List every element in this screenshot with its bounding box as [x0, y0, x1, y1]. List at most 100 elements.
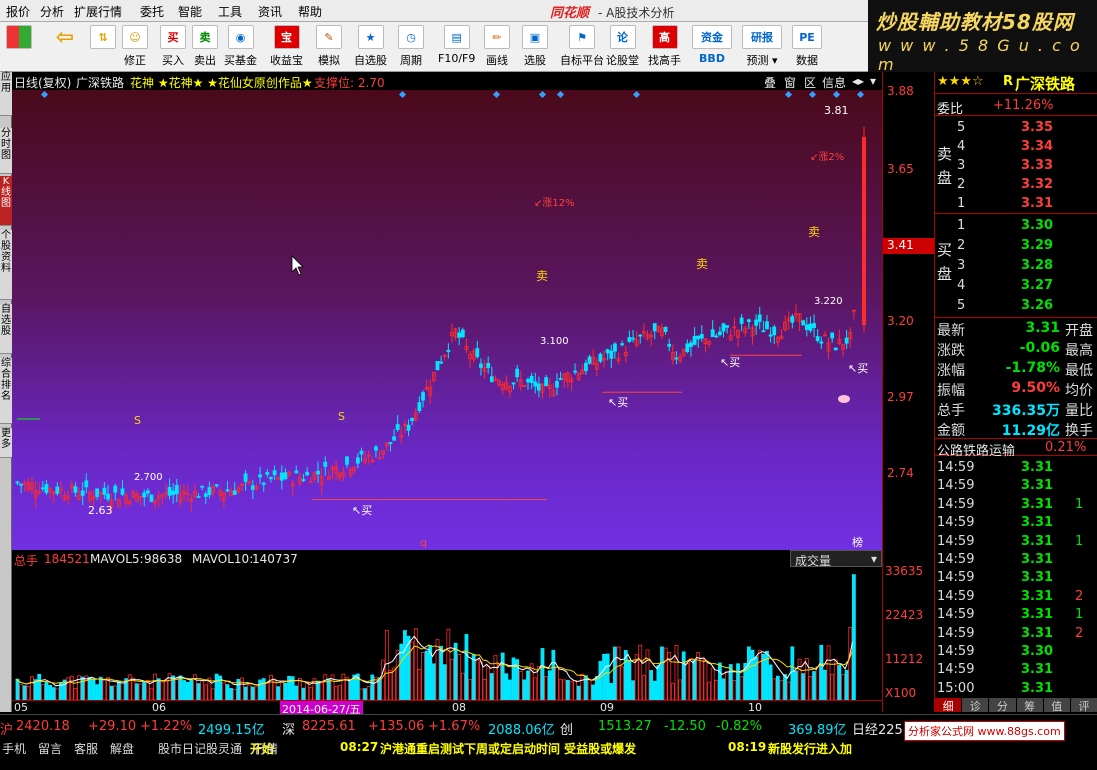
funds-dropdown[interactable]: 资金 BBD — [692, 25, 732, 69]
sell-level-row[interactable]: 3 3.33 — [935, 158, 1097, 176]
tab-more[interactable]: 更多 — [0, 428, 12, 458]
cy-index[interactable]: 1513.27 — [598, 719, 652, 734]
status-link[interactable]: 股市日记 — [158, 740, 206, 757]
buy-level-row[interactable]: 2 3.29 — [935, 238, 1097, 256]
volume-bar — [580, 673, 585, 701]
sell-level-row[interactable]: 4 3.34 — [935, 139, 1097, 157]
sell-level-row[interactable]: 1 3.31 — [935, 196, 1097, 214]
quote-tab[interactable]: 细 — [935, 698, 963, 713]
mid-label: 2.700 — [134, 472, 163, 483]
menu-item-analysis[interactable]: 分析 — [40, 3, 64, 20]
simulate-button[interactable]: ✎ 模拟 — [316, 25, 342, 69]
period-button[interactable]: ◷ 周期 — [398, 25, 424, 69]
quote-tab[interactable]: 诊 — [962, 698, 990, 713]
sz-index[interactable]: 8225.61 — [302, 719, 356, 734]
buy-button[interactable]: 买买入 — [160, 25, 186, 69]
site-banner[interactable]: 分析家公式网 www.88gs.com — [904, 721, 1065, 741]
watchlist-button[interactable]: ★ 自选股 — [354, 25, 387, 69]
volume-bar — [808, 676, 813, 701]
news1-headline[interactable]: 沪港通重启测试下周或定启动时间 受益股或爆发 — [380, 740, 636, 757]
status-link[interactable]: 手机 — [2, 740, 26, 757]
menu-item-quote[interactable]: 报价 — [6, 3, 30, 20]
status-link[interactable]: 股灵通 — [206, 740, 242, 757]
sell-level-row[interactable]: 5 3.35 — [935, 120, 1097, 138]
support-level: 支撑位: 2.70 — [314, 76, 385, 90]
volume-bar — [142, 681, 147, 701]
sell-level-row[interactable]: 2 3.32 — [935, 177, 1097, 195]
q-marker: q — [420, 536, 427, 549]
range-button[interactable]: 区 — [804, 74, 816, 91]
correct-button[interactable]: ☺ 修正 — [122, 25, 148, 69]
sh-index[interactable]: 2420.18 — [16, 719, 70, 734]
status-link[interactable]: 留言 — [38, 740, 62, 757]
tab-profile[interactable]: 个股资料 — [0, 230, 12, 300]
stock-picker-button[interactable]: ▣ 选股 — [522, 25, 548, 69]
tab-apps[interactable]: 应用 — [0, 72, 12, 116]
layout-button[interactable] — [6, 25, 32, 69]
volume-bar — [80, 676, 85, 701]
status-link[interactable]: 客服 — [74, 740, 98, 757]
window-button[interactable]: 窗 — [784, 74, 796, 91]
indicator-dropdown[interactable]: 成交量 ▾ — [790, 550, 882, 568]
data-label[interactable]: 数据 — [796, 52, 818, 68]
expand-button[interactable]: ◂▸ — [852, 74, 864, 88]
menu-item-news[interactable]: 资讯 — [258, 3, 282, 20]
target-platform-button[interactable]: ⚑ 自标平台 — [560, 25, 604, 69]
menu-item-extended[interactable]: 扩展行情 — [74, 3, 122, 20]
buy-fund-button[interactable]: ◉ 买基金 — [224, 25, 257, 69]
buy-level-row[interactable]: 4 3.27 — [935, 278, 1097, 296]
candle — [308, 481, 313, 484]
shouyibao-button[interactable]: 宝收益宝 — [270, 25, 303, 69]
volume-bar — [40, 684, 45, 701]
tick-list[interactable]: 14:59 3.31 14:59 3.31 14:59 3.31 1 14:59 3.31 14:… — [935, 458, 1097, 698]
tick-row: 15:00 3.31 — [935, 681, 1097, 699]
back-button[interactable]: ⇦ — [52, 25, 78, 69]
menu-item-help[interactable]: 帮助 — [298, 3, 322, 20]
kline-chart[interactable]: 3.81 2.63 2.700 3.100 3.220 卖卖卖 ↖买 ↖买 ↖买 ↖买 ↙涨12% ↙… — [12, 90, 882, 550]
page-up-down-button[interactable]: ⇅ — [90, 25, 116, 69]
research-dropdown[interactable]: 研报 预测 ▾ — [742, 25, 782, 69]
chart-period[interactable]: 日线(复权) — [14, 74, 71, 91]
status-link[interactable]: 行情 — [254, 740, 278, 757]
grid-icon — [6, 25, 32, 49]
draw-line-button[interactable]: ✏ 画线 — [484, 25, 510, 69]
nikkei-label[interactable]: 日经225 — [852, 719, 903, 738]
pe-dropdown[interactable]: PE 数据 — [792, 25, 822, 69]
news2-headline[interactable]: 新股发行进入加 — [768, 740, 852, 757]
forum-button[interactable]: 论论股堂 — [606, 25, 639, 69]
tab-watchlist[interactable]: 自选股 — [0, 304, 12, 354]
buy-level-row[interactable]: 3 3.28 — [935, 258, 1097, 276]
buy-level-row[interactable]: 1 3.30 — [935, 218, 1097, 236]
stat-value: -1.78% — [1005, 360, 1060, 376]
quote-tab[interactable]: 筹 — [1016, 698, 1044, 713]
quote-tab[interactable]: 值 — [1043, 698, 1071, 713]
quote-tab[interactable]: 分 — [989, 698, 1017, 713]
tick-price: 3.31 — [1021, 680, 1054, 696]
candle — [421, 392, 425, 401]
sell-button[interactable]: 卖卖出 — [192, 25, 218, 69]
candle — [214, 484, 219, 487]
chart-formula-flags: 花神 ★花神★ ★花仙女原创作品★ — [130, 76, 313, 90]
panel-menu-button[interactable]: ▾ — [870, 74, 876, 88]
quote-tab[interactable]: 评 — [1070, 698, 1097, 713]
volume-chart[interactable] — [12, 568, 882, 701]
bbd-label[interactable]: BBD — [699, 52, 725, 65]
overlay-button[interactable]: 叠 — [764, 74, 776, 91]
tab-intraday[interactable]: 分时图 — [0, 128, 12, 174]
candle — [19, 483, 24, 486]
candle — [613, 343, 617, 352]
status-link[interactable]: 解盘 — [110, 740, 134, 757]
forecast-label[interactable]: 预测 ▾ — [746, 52, 777, 68]
menu-item-tools[interactable]: 工具 — [218, 3, 242, 20]
tab-kline[interactable]: K线图 — [0, 176, 12, 226]
sector-name[interactable]: 公路铁路运输 — [937, 440, 1015, 459]
expert-button[interactable]: 高找高手 — [648, 25, 681, 69]
buy-level-row[interactable]: 5 3.26 — [935, 298, 1097, 316]
info-button[interactable]: 信息 — [822, 74, 846, 91]
menu-item-smart[interactable]: 智能 — [178, 3, 202, 20]
f10-button[interactable]: ▤ F10/F9 — [438, 25, 475, 69]
level-number: 5 — [957, 120, 966, 135]
menu-item-order[interactable]: 委托 — [140, 3, 164, 20]
level-price: 3.28 — [1021, 258, 1054, 273]
tab-ranking[interactable]: 综合排名 — [0, 358, 12, 424]
